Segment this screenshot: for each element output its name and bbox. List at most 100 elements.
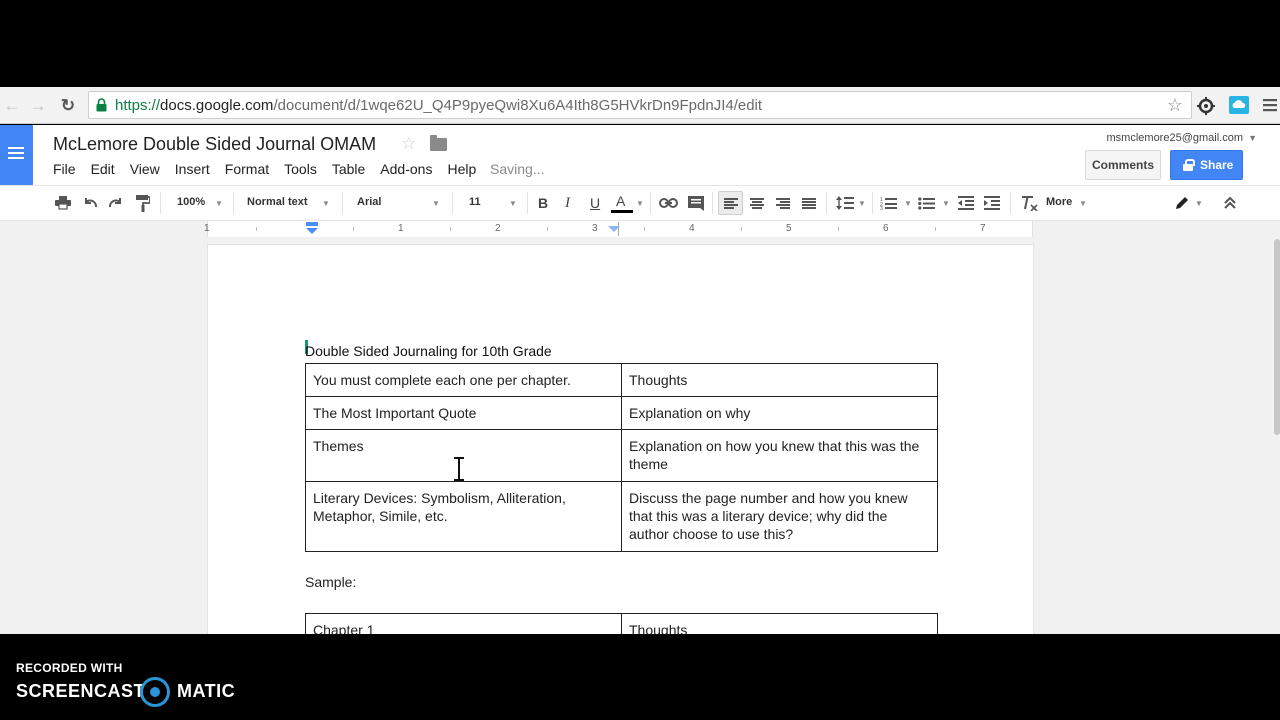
formatting-toolbar: 100% ▼ Normal text ▼ Arial ▼ 11 ▼ B I U … bbox=[0, 185, 1280, 221]
link-icon[interactable] bbox=[659, 198, 678, 208]
increase-indent-icon[interactable] bbox=[984, 196, 1000, 210]
table-row: Themes Explanation on how you knew that … bbox=[305, 429, 938, 482]
folder-icon[interactable] bbox=[430, 135, 447, 151]
table-cell[interactable]: Chapter 1 bbox=[305, 613, 622, 634]
ruler[interactable]: 1 1 2 3 4 5 6 7 bbox=[0, 221, 1280, 237]
chevron-down-icon[interactable]: ▼ bbox=[904, 199, 912, 208]
table-row: The Most Important Quote Explanation on … bbox=[305, 396, 938, 430]
chevron-down-icon[interactable]: ▼ bbox=[636, 199, 644, 208]
bulleted-list-icon[interactable] bbox=[918, 196, 935, 210]
table-cell[interactable]: Explanation on why bbox=[621, 396, 938, 430]
chevron-down-icon[interactable]: ▼ bbox=[942, 199, 950, 208]
menu-table[interactable]: Table bbox=[332, 161, 365, 177]
account-email[interactable]: msmclemore25@gmail.com bbox=[1107, 132, 1243, 144]
ruler-number: 6 bbox=[883, 223, 889, 234]
ruler-number: 2 bbox=[495, 223, 501, 234]
table-cell[interactable]: Thoughts bbox=[621, 363, 938, 397]
save-status: Saving... bbox=[490, 161, 545, 177]
comments-button[interactable]: Comments bbox=[1085, 150, 1161, 180]
table-cell[interactable]: The Most Important Quote bbox=[305, 396, 622, 430]
menu-addons[interactable]: Add-ons bbox=[380, 161, 432, 177]
document-heading[interactable]: Double Sided Journaling for 10th Grade bbox=[305, 343, 552, 359]
sample-label[interactable]: Sample: bbox=[305, 574, 356, 590]
share-label: Share bbox=[1200, 158, 1234, 172]
undo-icon[interactable] bbox=[82, 197, 98, 209]
docs-header: McLemore Double Sided Journal OMAM ☆ Fil… bbox=[0, 125, 1280, 185]
decrease-indent-icon[interactable] bbox=[958, 196, 974, 210]
url-input[interactable]: https://docs.google.com/document/d/1wqe6… bbox=[88, 91, 1192, 119]
print-icon[interactable] bbox=[55, 196, 71, 210]
share-button[interactable]: Share bbox=[1170, 150, 1243, 180]
chevron-down-icon[interactable]: ▼ bbox=[858, 199, 866, 208]
lock-icon bbox=[1183, 159, 1195, 171]
chevron-down-icon[interactable]: ▼ bbox=[215, 199, 223, 208]
docs-home-icon[interactable] bbox=[0, 125, 33, 185]
menu-tools[interactable]: Tools bbox=[284, 161, 317, 177]
record-icon bbox=[140, 677, 170, 707]
chevron-down-icon[interactable]: ▼ bbox=[1079, 199, 1087, 208]
font-select[interactable]: Arial bbox=[357, 196, 381, 208]
chevron-down-icon[interactable]: ▼ bbox=[1248, 133, 1257, 143]
align-right-icon[interactable] bbox=[776, 198, 790, 209]
more-button[interactable]: More bbox=[1046, 196, 1072, 208]
line-spacing-icon[interactable] bbox=[836, 196, 854, 210]
menu-view[interactable]: View bbox=[130, 161, 160, 177]
underline-icon[interactable]: U bbox=[590, 194, 600, 212]
numbered-list-icon[interactable]: 123 bbox=[880, 196, 897, 210]
menu-file[interactable]: File bbox=[53, 161, 76, 177]
right-indent-marker-icon[interactable] bbox=[607, 222, 621, 236]
browser-menu-icon[interactable] bbox=[1262, 97, 1278, 113]
chevron-down-icon[interactable]: ▼ bbox=[1195, 199, 1203, 208]
reload-icon[interactable]: ↻ bbox=[58, 96, 78, 116]
justify-icon[interactable] bbox=[802, 198, 816, 209]
indent-marker-icon[interactable] bbox=[305, 222, 319, 236]
document-title[interactable]: McLemore Double Sided Journal OMAM bbox=[53, 134, 376, 155]
zoom-select[interactable]: 100% bbox=[177, 196, 205, 208]
collapse-menu-icon[interactable] bbox=[1223, 196, 1237, 210]
redo-icon[interactable] bbox=[108, 197, 124, 209]
sample-table[interactable]: Chapter 1 Thoughts bbox=[305, 613, 938, 634]
chevron-down-icon[interactable]: ▼ bbox=[432, 199, 440, 208]
extension-crosshair-icon[interactable] bbox=[1196, 96, 1216, 116]
table-cell[interactable]: You must complete each one per chapter. bbox=[305, 363, 622, 397]
url-text: https://docs.google.com/document/d/1wqe6… bbox=[115, 97, 763, 114]
ruler-number: 7 bbox=[980, 223, 986, 234]
screen: ← → ↻ https://docs.google.com/document/d… bbox=[0, 0, 1280, 720]
table-cell[interactable]: Explanation on how you knew that this wa… bbox=[621, 429, 938, 482]
ruler-number: 1 bbox=[204, 223, 210, 234]
menu-help[interactable]: Help bbox=[447, 161, 476, 177]
insert-comment-icon[interactable] bbox=[688, 196, 704, 211]
menu-bar: File Edit View Insert Format Tools Table… bbox=[53, 161, 491, 177]
ruler-number: 4 bbox=[689, 223, 695, 234]
text-color-swatch bbox=[611, 210, 633, 213]
menu-insert[interactable]: Insert bbox=[175, 161, 210, 177]
table-cell[interactable]: Thoughts bbox=[621, 613, 938, 634]
lock-icon bbox=[96, 98, 107, 112]
italic-icon[interactable]: I bbox=[565, 194, 570, 212]
clear-formatting-icon[interactable] bbox=[1021, 196, 1038, 211]
watermark-brand-right: MATIC bbox=[177, 681, 236, 701]
table-row: Literary Devices: Symbolism, Alliteratio… bbox=[305, 481, 938, 552]
star-icon[interactable]: ☆ bbox=[401, 134, 416, 154]
back-icon[interactable]: ← bbox=[2, 96, 22, 116]
ruler-number: 1 bbox=[398, 223, 404, 234]
table-cell[interactable]: Discuss the page number and how you knew… bbox=[621, 481, 938, 552]
chevron-down-icon[interactable]: ▼ bbox=[509, 199, 517, 208]
browser-address-bar: ← → ↻ https://docs.google.com/document/d… bbox=[0, 87, 1280, 124]
paint-format-icon[interactable] bbox=[136, 195, 150, 212]
font-size-select[interactable]: 11 bbox=[469, 196, 481, 208]
forward-icon[interactable]: → bbox=[28, 96, 48, 116]
align-center-icon[interactable] bbox=[750, 198, 764, 209]
pencil-icon[interactable] bbox=[1174, 195, 1190, 211]
table-row: Chapter 1 Thoughts bbox=[305, 613, 938, 634]
menu-edit[interactable]: Edit bbox=[91, 161, 115, 177]
bookmark-star-icon[interactable]: ☆ bbox=[1167, 95, 1183, 116]
chevron-down-icon[interactable]: ▼ bbox=[322, 199, 330, 208]
journal-table[interactable]: You must complete each one per chapter. … bbox=[305, 363, 938, 552]
menu-format[interactable]: Format bbox=[225, 161, 269, 177]
text-color-icon[interactable]: A bbox=[616, 192, 625, 210]
extension-cloud-icon[interactable] bbox=[1229, 96, 1249, 114]
bold-icon[interactable]: B bbox=[538, 194, 548, 212]
style-select[interactable]: Normal text bbox=[247, 196, 308, 208]
table-cell[interactable]: Literary Devices: Symbolism, Alliteratio… bbox=[305, 481, 622, 552]
